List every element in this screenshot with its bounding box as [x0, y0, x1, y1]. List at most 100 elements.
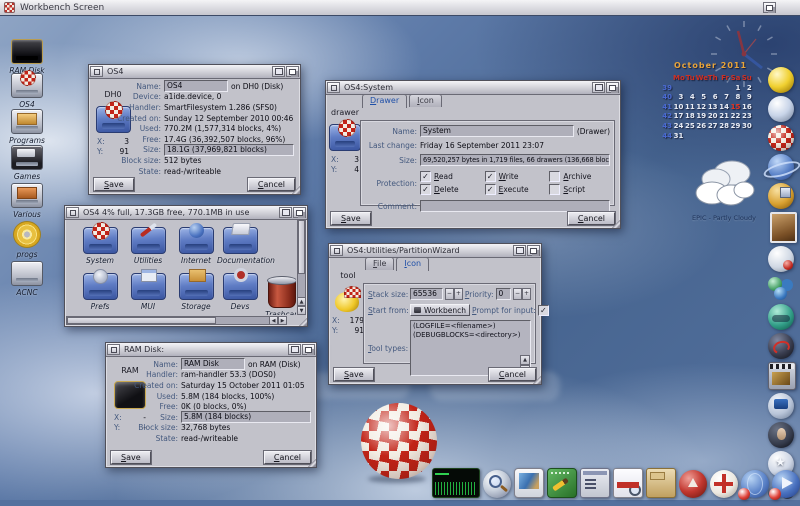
name-field[interactable]: OS4	[164, 80, 228, 93]
name-field[interactable]: RAM Disk	[181, 358, 245, 371]
drawer-icon-trashcan[interactable]: Trashcan	[259, 276, 296, 315]
comment-field[interactable]	[420, 200, 610, 212]
titlebar[interactable]: OS4	[89, 65, 300, 79]
amber-ball-icon[interactable]	[768, 183, 794, 209]
stack-size-stepper[interactable]: − +	[444, 288, 463, 300]
resize-gadget[interactable]	[291, 185, 300, 194]
close-gadget[interactable]	[330, 245, 343, 256]
save-button[interactable]: Save	[331, 212, 371, 225]
drawer-icon-documentation[interactable]: Documentation	[217, 227, 275, 265]
tool-icon[interactable]	[334, 286, 362, 312]
tooltype-line[interactable]: (DEBUGBLOCKS=<directory>)	[413, 331, 528, 340]
scroll-left-arrow[interactable]: ◀	[269, 316, 278, 325]
amp-icon[interactable]	[768, 333, 794, 359]
cpu-meter-icon[interactable]	[432, 468, 480, 498]
resize-gadget[interactable]	[307, 458, 316, 467]
resize-gadget[interactable]	[611, 219, 620, 228]
prompt-for-input-checkbox-checked[interactable]: ✓	[537, 304, 549, 316]
portrait-icon[interactable]	[768, 422, 794, 448]
checkbox-checked[interactable]: ✓	[420, 171, 431, 182]
drawer-icon-prefs[interactable]: Prefs	[77, 269, 123, 311]
name-field[interactable]: System	[420, 125, 574, 137]
protection-write[interactable]: ✓ Write	[484, 171, 546, 182]
pdf-viewer-icon[interactable]	[613, 468, 643, 498]
planet-icon[interactable]	[768, 154, 794, 180]
dv-player-icon[interactable]	[768, 362, 796, 390]
drawer-icon-internet[interactable]: Internet	[173, 223, 219, 265]
drawer-icon-storage[interactable]: Storage	[173, 269, 219, 311]
zoom-gadget[interactable]	[272, 66, 285, 77]
resize-gadget[interactable]	[532, 375, 541, 384]
zoom-gadget[interactable]	[288, 344, 301, 355]
stack-size-field[interactable]: 65536	[410, 288, 443, 300]
depth-gadget[interactable]	[286, 66, 299, 77]
drawer-icon-utilities[interactable]: Utilities	[125, 227, 171, 265]
desktop-icon-os4[interactable]: OS4	[4, 70, 50, 109]
drawer-icon[interactable]	[329, 119, 361, 151]
size-field[interactable]: 5.8M (184 blocks)	[181, 411, 311, 424]
yellow-ball-icon[interactable]	[768, 67, 794, 93]
protection-execute[interactable]: ✓ Execute	[484, 184, 546, 195]
protection-read[interactable]: ✓ Read	[420, 171, 481, 182]
desktop-icon-acnc[interactable]: ACNC	[4, 261, 50, 297]
protection-delete[interactable]: ✓ Delete	[420, 184, 481, 195]
titlebar[interactable]: OS4:Utilities/PartitionWizard	[329, 244, 541, 258]
drawer-icon-devs[interactable]: Devs	[217, 268, 263, 311]
start-from-dropdown[interactable]: Workbench	[410, 304, 470, 316]
updater-icon[interactable]	[679, 470, 707, 498]
drawer-icon-system[interactable]: System	[77, 222, 123, 265]
titlebar[interactable]: OS4:System	[326, 81, 620, 95]
shell-icon[interactable]	[580, 468, 610, 498]
save-button[interactable]: Save	[334, 368, 374, 381]
card-reader-icon[interactable]	[768, 393, 794, 419]
search-icon[interactable]	[483, 470, 511, 498]
close-gadget[interactable]	[327, 82, 340, 93]
checkbox-unchecked[interactable]	[549, 184, 561, 195]
media-player-icon[interactable]	[769, 470, 800, 500]
dvd-globe-icon[interactable]	[768, 304, 794, 330]
depth-gadget[interactable]	[606, 82, 619, 93]
photo-icon[interactable]	[770, 212, 797, 243]
titlebar[interactable]: OS4 4% full, 17.3GB free, 770.1MB in use	[65, 206, 307, 220]
scroll-up-arrow[interactable]: ▲	[520, 355, 530, 365]
zoom-gadget[interactable]	[592, 82, 605, 93]
checkbox-checked[interactable]: ✓	[484, 171, 496, 182]
priority-stepper[interactable]: − +	[513, 288, 531, 300]
titlebar[interactable]: RAM Disk:	[106, 343, 316, 357]
cancel-button[interactable]: Cancel	[247, 178, 295, 191]
cancel-button[interactable]: Cancel	[263, 451, 311, 464]
close-gadget[interactable]	[107, 344, 120, 355]
depth-gadget[interactable]	[293, 207, 306, 218]
zoom-gadget[interactable]	[279, 207, 292, 218]
aid-ball-icon[interactable]	[710, 470, 738, 498]
scroll-down-arrow[interactable]: ▼	[297, 306, 306, 315]
horizontal-scrollbar[interactable]: ◀ ▶	[66, 316, 287, 325]
desktop-icon-games[interactable]: Games	[4, 145, 50, 181]
save-button[interactable]: Save	[111, 451, 151, 464]
boing-mini-icon[interactable]	[768, 125, 794, 151]
text-editor-icon[interactable]	[547, 468, 577, 498]
depth-gadget[interactable]	[527, 245, 540, 256]
desktop-icon-various[interactable]: Various	[4, 183, 50, 219]
close-gadget[interactable]	[66, 207, 79, 218]
scrollbar-knob[interactable]	[67, 317, 216, 324]
cancel-button[interactable]: Cancel	[488, 368, 536, 381]
tooltype-line[interactable]: (LOGFILE=<filename>)	[413, 322, 528, 331]
scroll-right-arrow[interactable]: ▶	[278, 316, 287, 325]
globe-red-icon[interactable]	[768, 246, 794, 272]
cancel-button[interactable]: Cancel	[567, 212, 615, 225]
web-globe-icon[interactable]	[738, 470, 769, 500]
image-viewer-icon[interactable]	[514, 468, 544, 498]
tab-icon[interactable]: Icon	[396, 257, 430, 271]
drawer-icon-mui[interactable]: MUI	[125, 269, 171, 311]
desktop-icon-programs[interactable]: Programs	[4, 109, 50, 145]
tab-file[interactable]: File	[365, 257, 395, 270]
protection-script[interactable]: Script	[549, 184, 610, 195]
close-gadget[interactable]	[90, 66, 103, 77]
checkbox-checked[interactable]: ✓	[484, 184, 496, 195]
screen-titlebar[interactable]: Workbench Screen	[0, 0, 800, 16]
zoom-gadget[interactable]	[513, 245, 526, 256]
checkbox-checked[interactable]: ✓	[420, 184, 431, 195]
resize-gadget[interactable]	[298, 317, 307, 326]
size-field[interactable]: 18.1G (37,969,821 blocks)	[164, 143, 294, 156]
